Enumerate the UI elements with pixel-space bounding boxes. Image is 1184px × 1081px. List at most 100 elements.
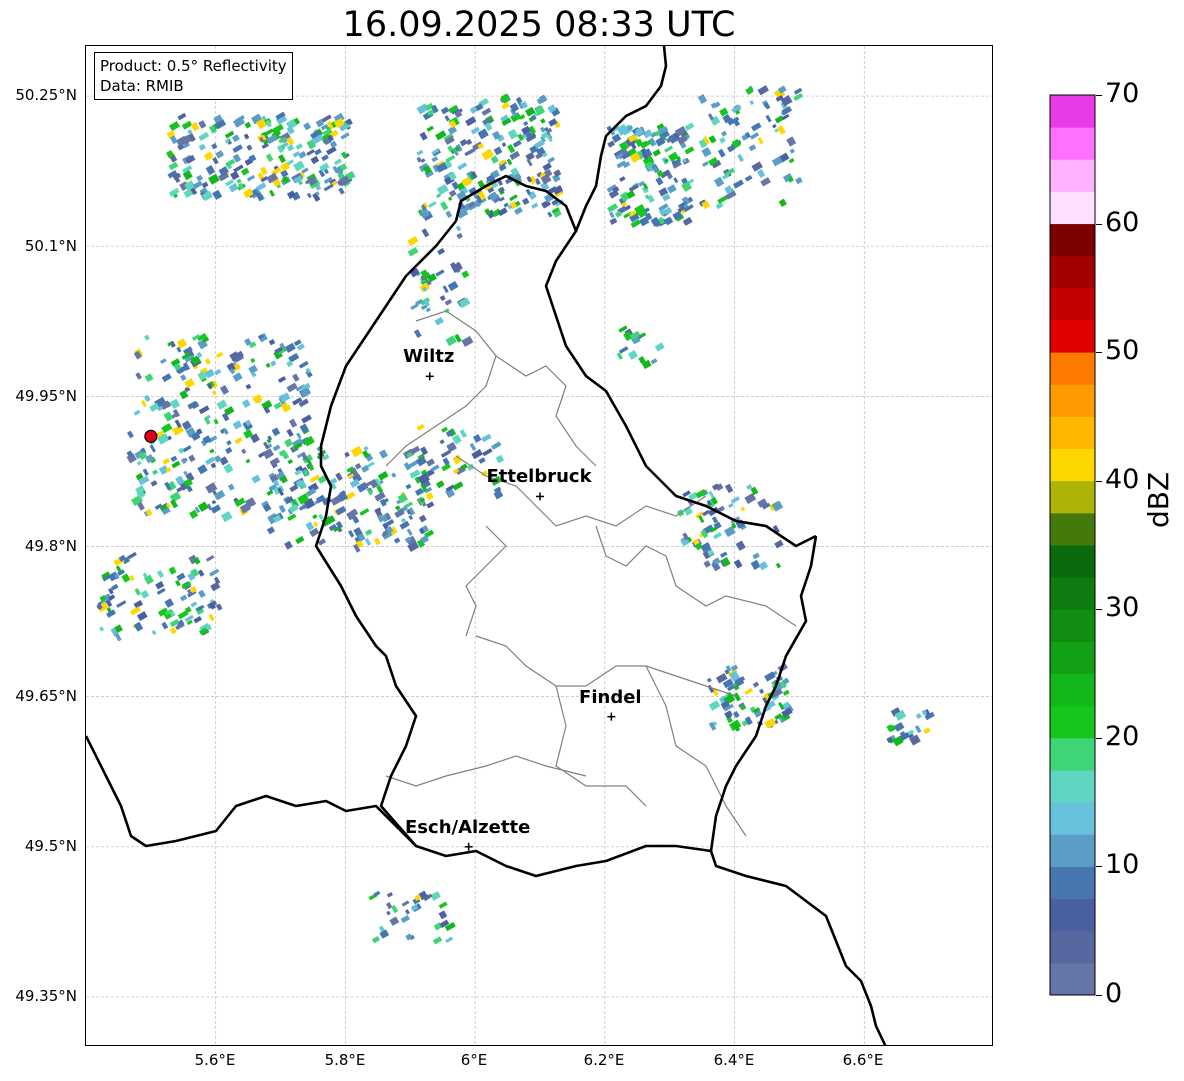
- radar-echo: [759, 688, 765, 694]
- radar-echo: [136, 460, 142, 466]
- radar-echo: [266, 489, 274, 496]
- radar-echo: [198, 405, 210, 415]
- radar-echo: [350, 445, 363, 458]
- radar-echo: [407, 247, 419, 257]
- radar-echo: [196, 174, 204, 182]
- radar-echo: [793, 92, 804, 102]
- radar-echo: [296, 432, 302, 439]
- radar-echo: [333, 158, 342, 166]
- lat-tick-label: 49.35°N: [15, 987, 77, 1005]
- radar-echo: [414, 487, 424, 496]
- radar-echo: [465, 138, 473, 146]
- radar-echo: [330, 140, 338, 148]
- radar-echo: [268, 339, 276, 346]
- radar-echo: [507, 128, 519, 140]
- radar-echo: [216, 351, 224, 359]
- radar-echo: [503, 202, 509, 208]
- radar-echo: [440, 201, 449, 211]
- radar-echo: [481, 433, 492, 443]
- radar-echo: [198, 589, 206, 599]
- radar-echo: [757, 169, 766, 178]
- lat-tick-label: 50.25°N: [15, 86, 77, 104]
- radar-echo: [698, 515, 705, 524]
- radar-echo: [490, 155, 499, 164]
- radar-echo: [400, 914, 411, 924]
- product-text: Product: 0.5° Reflectivity: [100, 57, 287, 75]
- radar-echo: [426, 501, 435, 509]
- radar-echoes: [96, 85, 935, 945]
- radar-echo: [236, 178, 242, 184]
- radar-echo: [650, 358, 658, 365]
- radar-echo: [144, 373, 154, 383]
- radar-echo: [168, 161, 179, 171]
- radar-echo: [607, 140, 616, 148]
- radar-echo: [198, 131, 210, 141]
- radar-echo: [211, 499, 217, 505]
- radar-echo: [295, 143, 304, 150]
- radar-echo: [169, 627, 177, 635]
- radar-echo: [225, 446, 233, 454]
- radar-echo: [150, 480, 158, 487]
- radar-echo: [775, 562, 782, 569]
- radar-echo: [230, 170, 240, 181]
- radar-echo: [461, 270, 470, 279]
- radar-echo: [161, 423, 173, 434]
- radar-echo: [265, 153, 274, 162]
- radar-site-dot: [144, 429, 158, 443]
- radar-echo: [416, 156, 422, 163]
- lat-tick-label: 50.1°N: [24, 237, 77, 255]
- radar-echo: [377, 471, 389, 481]
- radar-echo: [245, 383, 252, 390]
- radar-echo: [757, 85, 769, 96]
- canton-boundary: [465, 525, 507, 637]
- radar-echo: [140, 400, 147, 408]
- radar-echo: [180, 374, 187, 382]
- radar-echo: [270, 360, 277, 367]
- radar-echo: [284, 540, 293, 550]
- radar-echo: [735, 540, 746, 551]
- radar-echo: [501, 142, 507, 148]
- colorbar-segment: [1050, 384, 1095, 417]
- radar-echo: [170, 499, 179, 509]
- radar-echo: [292, 373, 300, 382]
- radar-echo: [213, 576, 221, 585]
- radar-echo: [616, 352, 624, 360]
- canton-boundary: [645, 665, 747, 837]
- radar-echo: [390, 904, 399, 914]
- radar-echo: [190, 601, 198, 608]
- radar-echo: [278, 154, 287, 164]
- radar-echo: [241, 448, 247, 455]
- colorbar-tick-mark: [1096, 223, 1102, 225]
- radar-echo: [314, 148, 322, 156]
- radar-echo: [364, 538, 372, 546]
- colorbar-tick-mark: [1096, 95, 1102, 96]
- radar-echo: [323, 183, 334, 192]
- radar-echo: [266, 526, 276, 535]
- radar-echo: [702, 161, 709, 167]
- radar-echo: [654, 342, 665, 352]
- radar-echo: [708, 700, 721, 711]
- radar-echo: [684, 146, 695, 155]
- radar-echo: [749, 100, 755, 106]
- radar-echo: [713, 176, 725, 188]
- grid-lines: [86, 46, 992, 1045]
- radar-echo: [262, 448, 275, 460]
- data-source-text: Data: RMIB: [100, 77, 184, 95]
- colorbar-segment: [1050, 770, 1095, 803]
- radar-echo: [448, 196, 453, 201]
- radar-echo: [425, 307, 431, 313]
- radar-echo: [404, 909, 410, 915]
- radar-echo: [618, 346, 629, 354]
- radar-echo: [197, 501, 209, 512]
- radar-echo: [354, 463, 362, 470]
- radar-echo: [209, 568, 220, 577]
- radar-echo: [421, 228, 430, 238]
- radar-echo: [306, 192, 312, 199]
- radar-map[interactable]: [85, 45, 993, 1046]
- radar-echo: [169, 491, 182, 503]
- radar-echo: [757, 136, 764, 145]
- radar-echo: [778, 198, 787, 208]
- radar-echo: [744, 687, 753, 696]
- radar-echo: [782, 689, 790, 696]
- radar-echo: [407, 236, 419, 246]
